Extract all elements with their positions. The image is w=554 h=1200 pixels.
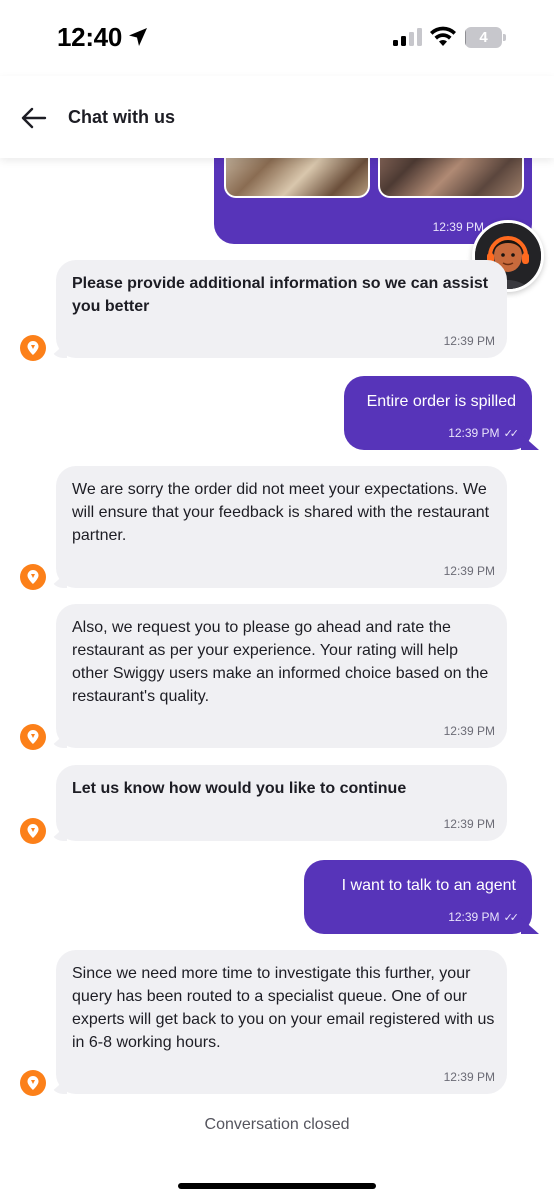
message-text: Let us know how would you like to contin… xyxy=(72,780,407,797)
bot-message-bubble: Since we need more time to investigate t… xyxy=(49,950,507,1094)
status-time: 12:40 xyxy=(57,22,122,52)
back-arrow-icon xyxy=(21,107,47,129)
food-photo-thumbnail[interactable] xyxy=(224,158,370,198)
message-time: 12:39 PM xyxy=(443,1070,495,1084)
location-arrow-icon xyxy=(129,28,147,46)
message-text: We are sorry the order did not meet your… xyxy=(72,481,490,544)
status-bar: 12:40 4 xyxy=(0,0,554,76)
bot-avatar xyxy=(20,335,46,361)
bot-avatar xyxy=(20,818,46,844)
swiggy-logo-icon xyxy=(27,730,39,744)
user-message-bubble: Entire order is spilled 12:39 PM ✓✓ xyxy=(344,376,539,450)
message-text: I want to talk to an agent xyxy=(341,877,516,894)
message-time: 12:39 PM ✓✓ xyxy=(448,426,520,440)
swiggy-logo-icon xyxy=(27,1076,39,1090)
bot-message-bubble: Also, we request you to please go ahead … xyxy=(49,604,507,748)
chat-header: Chat with us xyxy=(0,76,554,158)
bot-message-bubble: Let us know how would you like to contin… xyxy=(49,765,507,841)
bot-avatar xyxy=(20,564,46,590)
message-time: 12:39 PM xyxy=(443,817,495,831)
bot-message-bubble: We are sorry the order did not meet your… xyxy=(49,466,507,588)
message-text: Since we need more time to investigate t… xyxy=(72,965,495,1051)
swiggy-logo-icon xyxy=(27,341,39,355)
bot-avatar xyxy=(20,724,46,750)
page-title: Chat with us xyxy=(68,107,175,127)
read-receipt-icon: ✓✓ xyxy=(503,912,520,924)
home-indicator[interactable] xyxy=(178,1183,376,1189)
chat-thread[interactable]: 12:39 PM Please provide additional infor… xyxy=(0,158,554,1200)
message-text: Also, we request you to please go ahead … xyxy=(72,619,489,705)
wifi-icon xyxy=(430,26,456,46)
message-text: Please provide additional information so… xyxy=(72,275,489,315)
battery-icon: 4 xyxy=(465,27,507,48)
read-receipt-icon: ✓✓ xyxy=(503,428,520,440)
message-time: 12:39 PM xyxy=(443,564,495,578)
bot-message-bubble: Please provide additional information so… xyxy=(49,260,507,358)
swiggy-logo-icon xyxy=(27,570,39,584)
user-message-bubble: I want to talk to an agent 12:39 PM ✓✓ xyxy=(304,860,539,934)
food-photo-thumbnail[interactable] xyxy=(378,158,524,198)
battery-percent: 4 xyxy=(479,29,488,46)
message-time: 12:39 PM xyxy=(432,220,484,234)
message-time: 12:39 PM ✓✓ xyxy=(448,910,520,924)
back-button[interactable] xyxy=(16,100,52,136)
bot-avatar xyxy=(20,1070,46,1096)
cellular-signal-icon xyxy=(393,28,422,46)
message-text: Entire order is spilled xyxy=(366,393,516,410)
message-time: 12:39 PM xyxy=(443,724,495,738)
conversation-status: Conversation closed xyxy=(204,1116,350,1133)
message-time: 12:39 PM xyxy=(443,334,495,348)
swiggy-logo-icon xyxy=(27,824,39,838)
